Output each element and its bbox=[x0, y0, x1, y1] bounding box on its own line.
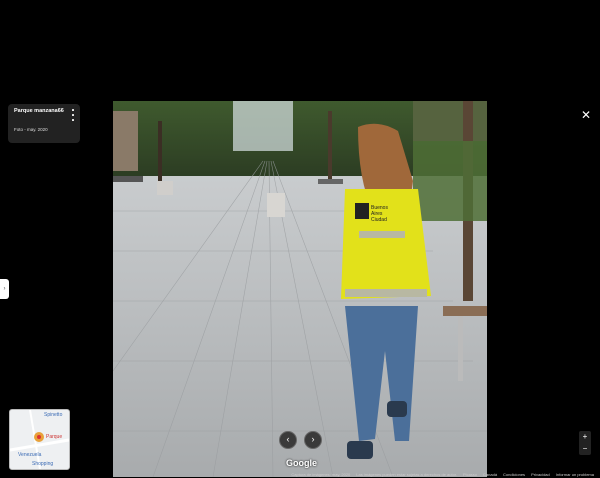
vest-text-3: Ciudad bbox=[371, 217, 387, 223]
picasso-link[interactable]: Picasso bbox=[463, 472, 477, 477]
report-problem-link[interactable]: Informar un problema bbox=[556, 472, 594, 477]
privacy-link[interactable]: Privacidad bbox=[531, 472, 550, 477]
more-vert-icon[interactable] bbox=[71, 109, 75, 121]
map-label-spinetto: Spinetto bbox=[44, 412, 63, 418]
minimap[interactable]: Spinetto Parque Venezuela Shopping bbox=[9, 409, 70, 470]
side-panel-toggle[interactable]: › bbox=[0, 279, 9, 299]
zoom-in-button[interactable]: + bbox=[579, 431, 591, 443]
footer-bar: Captura de imágenes: may. 2020 Las imáge… bbox=[291, 470, 594, 478]
capture-date: Captura de imágenes: may. 2020 bbox=[291, 471, 351, 477]
map-label-parque: Parque bbox=[46, 434, 63, 440]
google-logo: Google bbox=[286, 458, 317, 468]
prev-photo-button[interactable]: ‹ bbox=[279, 431, 297, 449]
map-label-venezuela: Venezuela bbox=[18, 452, 42, 458]
photo-date: Foto - may. 2020 bbox=[14, 127, 48, 132]
copyright-note: Las imágenes pueden estar sujetas a dere… bbox=[356, 471, 458, 477]
street-view-photo[interactable]: Buenos Aires Ciudad bbox=[113, 101, 487, 477]
place-info-card: Parque manzana66 Foto - may. 2020 bbox=[8, 104, 80, 143]
zoom-out-button[interactable]: − bbox=[579, 443, 591, 455]
map-label-shopping: Shopping bbox=[32, 461, 54, 467]
next-photo-button[interactable]: › bbox=[304, 431, 322, 449]
zoom-control: + − bbox=[579, 431, 591, 455]
place-title: Parque manzana66 bbox=[14, 108, 64, 114]
close-icon[interactable]: ✕ bbox=[580, 109, 592, 121]
terms-link[interactable]: Condiciones bbox=[503, 472, 525, 477]
country-link[interactable]: Canadá bbox=[483, 472, 497, 477]
